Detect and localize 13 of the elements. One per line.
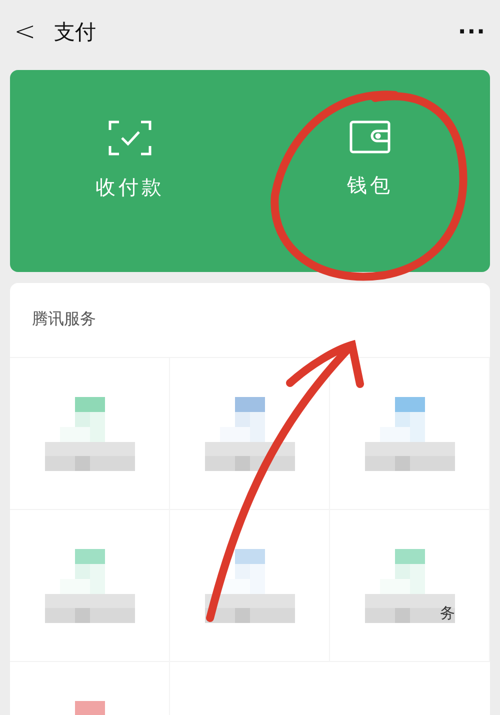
- service-tile[interactable]: [330, 358, 490, 510]
- wallet-icon: [349, 120, 391, 154]
- page-title: 支付: [54, 19, 97, 46]
- service-tile[interactable]: [10, 358, 170, 510]
- back-button[interactable]: <: [14, 17, 36, 47]
- section-title: 腾讯服务: [32, 309, 96, 328]
- service-tile[interactable]: [170, 358, 330, 510]
- service-tile[interactable]: [170, 510, 330, 662]
- service-tile[interactable]: 务: [330, 510, 490, 662]
- scan-icon: [108, 120, 152, 156]
- service-tile[interactable]: [10, 510, 170, 662]
- more-button[interactable]: ···: [458, 20, 486, 44]
- tile-label: 务: [440, 604, 455, 623]
